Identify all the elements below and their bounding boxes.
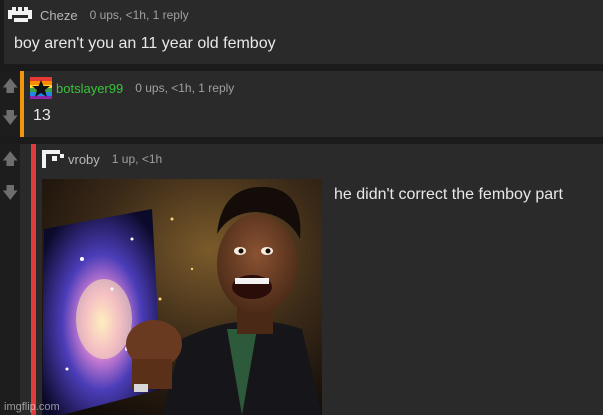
- comment-username[interactable]: vroby: [68, 152, 100, 167]
- comment-username[interactable]: botslayer99: [56, 81, 123, 96]
- comment-text: he didn't correct the femboy part: [334, 186, 563, 203]
- comment-text: boy aren't you an 11 year old femboy: [14, 35, 276, 52]
- vote-column: 🡅 🡇: [0, 71, 20, 137]
- comment-botslayer99: 🡅 🡇 botslayer99 0 ups, <1h, 1 reply 13: [0, 71, 603, 137]
- amazed-man-holding-galaxy-image[interactable]: [42, 179, 322, 415]
- vote-column: 🡅 🡇: [0, 144, 20, 415]
- downvote-arrow-down-icon[interactable]: 🡇: [2, 184, 18, 204]
- comment-meta: 0 ups, <1h, 1 reply: [89, 8, 189, 22]
- thread-accent-bar: [31, 144, 36, 415]
- cheze-avatar-icon[interactable]: [8, 7, 36, 23]
- downvote-arrow-down-icon[interactable]: 🡇: [2, 109, 18, 129]
- thread-accent-bar: [20, 71, 24, 137]
- vroby-avatar-icon[interactable]: [42, 150, 64, 168]
- botslayer99-avatar-icon[interactable]: [30, 77, 52, 99]
- comment-header: Cheze 0 ups, <1h, 1 reply: [8, 6, 189, 24]
- comment-username[interactable]: Cheze: [40, 8, 78, 23]
- comment-meta: 0 ups, <1h, 1 reply: [135, 81, 235, 95]
- comment-meta: 1 up, <1h: [111, 152, 163, 166]
- comment-header: vroby 1 up, <1h: [42, 150, 162, 168]
- comment-cheze: Cheze 0 ups, <1h, 1 reply boy aren't you…: [4, 0, 603, 64]
- comment-vroby: 🡅 🡇 vroby 1 up, <1h he didn't correct th…: [0, 144, 603, 415]
- comment-text: 13: [33, 107, 51, 124]
- comment-header: botslayer99 0 ups, <1h, 1 reply: [30, 77, 235, 99]
- upvote-arrow-up-icon[interactable]: 🡅: [2, 77, 18, 97]
- imgflip-watermark: imgflip.com: [4, 401, 60, 413]
- upvote-arrow-up-icon[interactable]: 🡅: [2, 150, 18, 170]
